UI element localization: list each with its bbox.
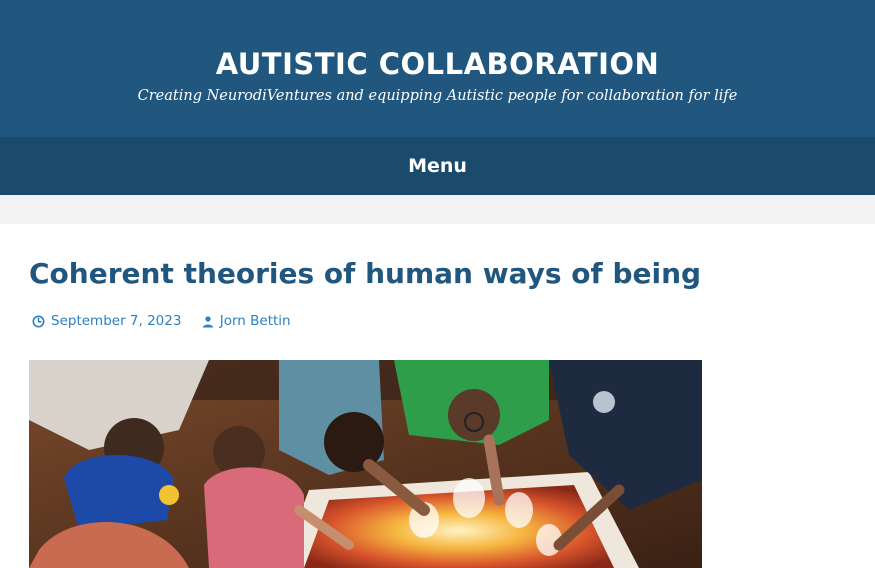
menu-toggle-button[interactable]: Menu: [408, 153, 467, 179]
featured-image[interactable]: [29, 360, 702, 568]
person-icon: [202, 315, 213, 327]
header-separator: [0, 195, 875, 224]
main-content: Coherent theories of human ways of being…: [0, 224, 875, 568]
site-description: Creating NeurodiVentures and equipping A…: [137, 88, 738, 104]
post-date: September 7, 2023: [51, 313, 182, 329]
post-title[interactable]: Coherent theories of human ways of being: [29, 254, 701, 294]
post-date-link[interactable]: September 7, 2023: [32, 311, 181, 331]
post-author-link[interactable]: Jorn Bettin: [202, 311, 291, 331]
post-meta: September 7, 2023 Jorn Bettin: [32, 311, 307, 334]
site-title[interactable]: AUTISTIC COLLABORATION: [0, 44, 875, 84]
clock-icon: [32, 315, 45, 327]
post-author: Jorn Bettin: [219, 313, 291, 329]
main-navigation: Menu: [0, 137, 875, 195]
site-header: AUTISTIC COLLABORATION Creating NeurodiV…: [0, 0, 875, 137]
